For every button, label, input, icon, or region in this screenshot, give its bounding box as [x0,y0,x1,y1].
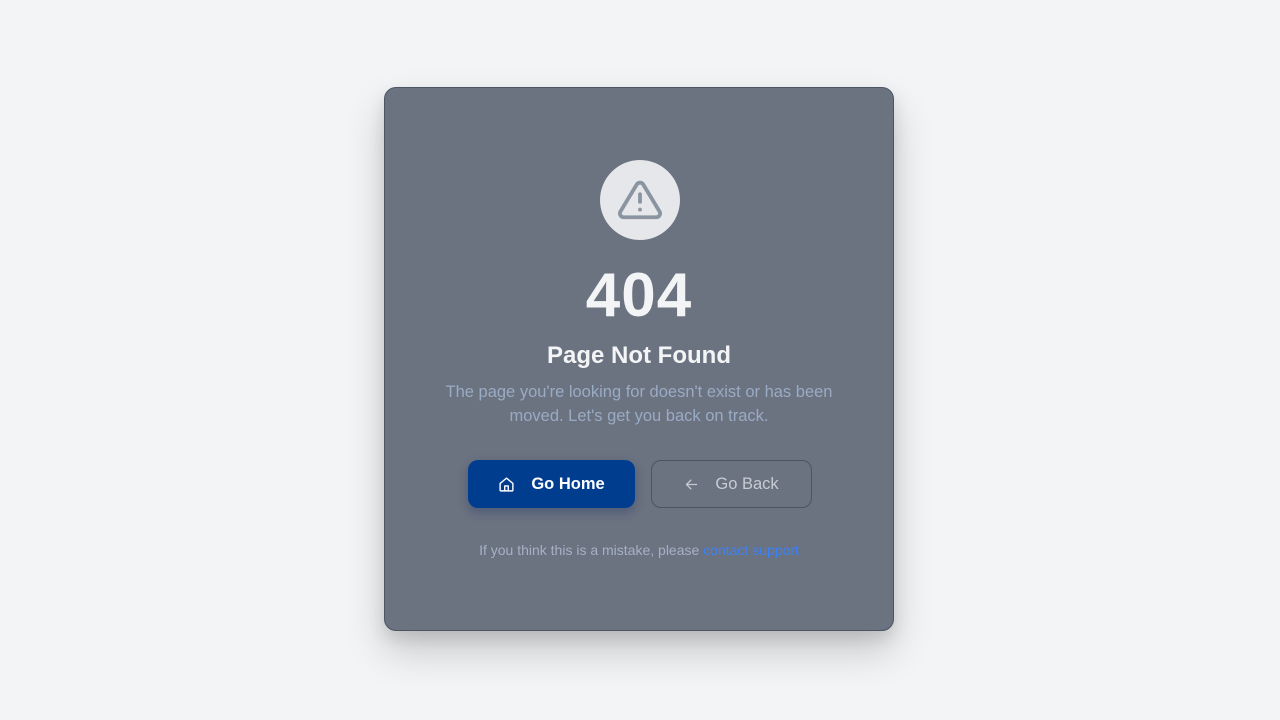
error-code: 404 [585,261,693,330]
support-note-text: If you think this is a mistake, please [479,542,700,558]
arrow-left-icon [684,477,699,492]
go-home-button[interactable]: Go Home [468,460,635,508]
error-message: The page you're looking for doesn't exis… [445,383,833,425]
warning-icon-badge [600,160,680,240]
contact-support-link[interactable]: contact support [703,542,799,558]
go-home-label: Go Home [531,474,605,493]
error-card: 404 Page Not Found The page you're looki… [384,87,894,631]
support-note: If you think this is a mistake, please c… [385,540,893,560]
go-back-label: Go Back [715,474,779,493]
go-back-button[interactable]: Go Back [651,460,812,508]
error-title: Page Not Found [547,342,731,369]
home-icon [498,476,515,493]
warning-triangle-icon [618,180,662,220]
page: 404 Page Not Found The page you're looki… [0,0,1280,720]
